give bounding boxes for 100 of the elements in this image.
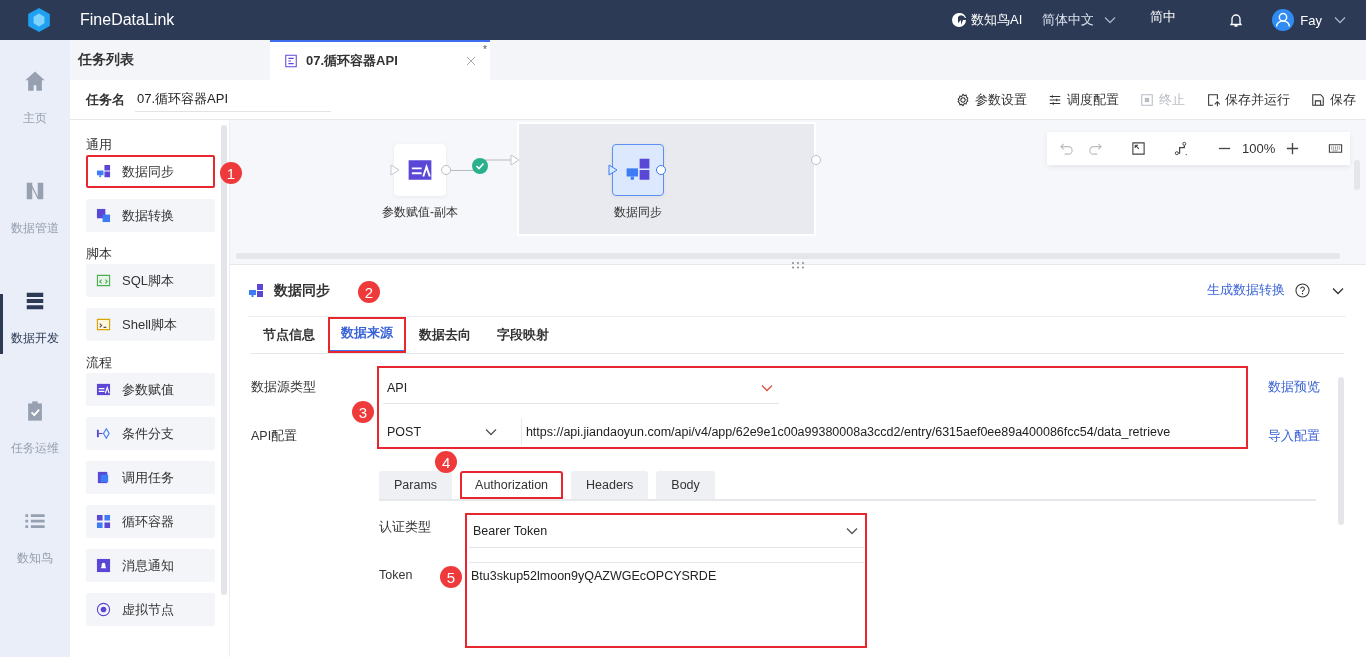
toolbar-button[interactable]: 保存并运行 — [1206, 90, 1290, 109]
terminal-icon — [96, 317, 111, 332]
chevron-down-icon — [484, 427, 497, 436]
palette-item[interactable]: 消息通知 — [86, 549, 215, 582]
success-check-icon — [472, 158, 488, 174]
task-node[interactable] — [612, 144, 664, 196]
branch-icon — [96, 426, 111, 441]
loop-container[interactable] — [517, 122, 816, 236]
nav-item[interactable]: 数据开发 — [0, 290, 70, 400]
palette-item[interactable]: 调用任务 — [86, 461, 215, 494]
preview-link[interactable]: 数据预览 — [1268, 379, 1320, 396]
user-menu[interactable]: Fay — [1272, 9, 1346, 31]
document-tab[interactable]: 07.循环容器API * — [270, 40, 490, 80]
server-icon — [96, 164, 111, 179]
chevron-down-icon — [1104, 16, 1117, 24]
input-port-icon — [510, 154, 520, 166]
step-badge: 2 — [358, 281, 380, 303]
input-port-icon — [608, 164, 618, 176]
redo-icon[interactable] — [1088, 141, 1103, 156]
zoom-level: 100% — [1242, 141, 1276, 156]
field-label: API配置 — [251, 428, 298, 445]
panel-tab[interactable]: 数据去向 — [406, 317, 484, 353]
chevron-down-icon[interactable] — [1332, 286, 1344, 295]
toolbar-button[interactable]: 参数设置 — [956, 90, 1027, 109]
toolbar-button[interactable]: 调度配置 — [1048, 90, 1119, 109]
server-icon — [248, 282, 264, 299]
palette-item[interactable]: Shell脚本 — [86, 308, 215, 341]
sub-tab[interactable]: Headers — [571, 471, 649, 499]
unsaved-mark: * — [483, 44, 487, 55]
sub-tab[interactable]: Params — [379, 471, 453, 499]
chevron-down-icon — [846, 527, 858, 535]
group-heading: 流程 — [86, 354, 113, 372]
node-label: 参数赋值-副本 — [382, 204, 458, 221]
palette-item[interactable]: 数据转换 — [86, 199, 215, 232]
fit-view-icon[interactable] — [1131, 141, 1146, 156]
method-select[interactable]: POST — [383, 418, 503, 445]
node-label: 数据同步 — [614, 204, 662, 221]
language-select[interactable]: 简体中文 — [1042, 11, 1117, 29]
connector-style-icon[interactable] — [1174, 141, 1189, 156]
sliders-icon — [96, 382, 111, 397]
stack-icon — [24, 290, 46, 312]
output-port[interactable] — [656, 165, 666, 175]
chevron-down-icon — [1334, 16, 1346, 24]
sub-tab[interactable]: Body — [656, 471, 715, 499]
palette-item[interactable]: 虚拟节点 — [86, 593, 215, 626]
tab-title: 07.循环容器API — [306, 52, 398, 70]
panel-tab[interactable]: 节点信息 — [250, 317, 328, 353]
field-label: 认证类型 — [379, 519, 431, 536]
squares-icon — [96, 514, 111, 529]
keyboard-icon[interactable] — [1328, 141, 1344, 156]
palette-item[interactable]: SQL脚本 — [86, 264, 215, 297]
save-run-icon — [1206, 92, 1220, 107]
step-badge: 4 — [435, 451, 458, 473]
generate-link[interactable]: 生成数据转换 — [1207, 282, 1285, 299]
auth-type-select[interactable]: Bearer Token — [469, 515, 864, 548]
code-window-icon — [96, 273, 111, 288]
step-badge: 3 — [352, 401, 374, 423]
import-link[interactable]: 导入配置 — [1268, 428, 1320, 445]
cube-logo-icon — [26, 7, 52, 33]
connector-line — [451, 159, 513, 171]
output-port[interactable] — [441, 165, 451, 175]
group-heading: 通用 — [86, 136, 113, 154]
panel-tab[interactable]: 字段映射 — [484, 317, 562, 353]
language-toggle[interactable]: 简中 — [1150, 8, 1177, 26]
app-title: FineDataLink — [80, 11, 175, 29]
home-icon — [24, 70, 46, 92]
bell-icon[interactable] — [1228, 12, 1245, 28]
drag-handle-icon[interactable] — [791, 261, 805, 269]
chevron-down-icon — [761, 383, 773, 392]
group-heading: 脚本 — [86, 245, 113, 263]
script-file-icon — [284, 54, 298, 68]
undo-icon[interactable] — [1059, 141, 1074, 156]
output-port[interactable] — [811, 155, 821, 165]
sliders-icon — [407, 157, 433, 183]
ai-logo-icon — [951, 12, 968, 28]
task-list-title: 任务列表 — [76, 51, 135, 69]
save-icon — [1311, 92, 1325, 107]
source-type-select[interactable]: API — [383, 372, 779, 404]
server-icon — [625, 157, 651, 183]
toolbar-button[interactable]: 保存 — [1311, 90, 1356, 109]
help-icon[interactable] — [1295, 283, 1310, 298]
palette-item[interactable]: 条件分支 — [86, 417, 215, 450]
table-icon — [96, 208, 111, 223]
field-label: 数据源类型 — [251, 379, 316, 396]
zoom-in-icon[interactable] — [1285, 141, 1301, 156]
sliders-icon — [1048, 92, 1062, 107]
palette-item[interactable]: 循环容器 — [86, 505, 215, 538]
stop-icon — [1140, 92, 1154, 107]
close-icon[interactable] — [466, 56, 476, 66]
avatar-icon — [1272, 9, 1295, 31]
step-badge: 5 — [440, 566, 462, 588]
field-label: Token — [379, 568, 413, 582]
settings-icon — [956, 92, 970, 107]
panel-title: 数据同步 — [274, 281, 330, 300]
input-port-icon — [390, 164, 400, 176]
bell-icon — [96, 558, 111, 573]
step-badge: 1 — [220, 162, 242, 184]
ai-button[interactable]: 数知鸟AI — [951, 11, 1023, 29]
palette-item[interactable]: 参数赋值 — [86, 373, 215, 406]
task-name-label: 任务名 — [86, 90, 125, 109]
